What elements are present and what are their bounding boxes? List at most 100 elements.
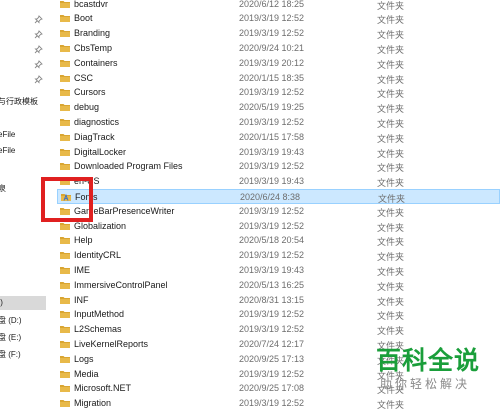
pin-icon[interactable] xyxy=(34,30,43,39)
navigation-pane: 与行政模板 eFile eFile 泉:) 盘 (D:) 盘 (E:) 盘 (F:) xyxy=(0,0,46,408)
folder-icon xyxy=(60,118,70,126)
file-date-modified: 2019/3/19 12:52 xyxy=(239,309,305,320)
file-name: LiveKernelReports xyxy=(74,338,149,349)
file-row[interactable]: Cursors 2019/3/19 12:52 文件夹 xyxy=(57,85,500,100)
file-name: Help xyxy=(74,235,93,246)
file-name: Branding xyxy=(74,28,111,39)
file-date-modified: 2019/3/19 12:52 xyxy=(239,28,305,39)
pin-icon[interactable] xyxy=(34,45,43,54)
nav-item[interactable]: eFile xyxy=(0,144,46,158)
file-name: DigitalLocker xyxy=(74,146,127,157)
pin-icon[interactable] xyxy=(34,15,43,24)
nav-item[interactable]: 盘 (F:) xyxy=(0,348,46,362)
watermark: 百科全说 助你轻松解决 xyxy=(376,346,500,408)
nav-item[interactable]: 与行政模板 xyxy=(0,95,46,109)
nav-item[interactable] xyxy=(0,73,46,87)
annotation-highlight-box xyxy=(41,177,93,222)
file-row[interactable]: DigitalLocker 2019/3/19 19:43 文件夹 xyxy=(57,145,500,160)
file-row[interactable]: Boot 2019/3/19 12:52 文件夹 xyxy=(57,11,500,26)
file-date-modified: 2020/1/15 17:58 xyxy=(239,131,305,142)
folder-icon xyxy=(60,148,70,156)
file-type: 文件夹 xyxy=(377,311,405,322)
file-row[interactable]: GameBarPresenceWriter 2019/3/19 12:52 文件夹 xyxy=(57,204,500,219)
folder-icon xyxy=(60,281,70,289)
pin-icon[interactable] xyxy=(34,75,43,84)
file-row[interactable]: IME 2019/3/19 19:43 文件夹 xyxy=(57,263,500,278)
nav-item[interactable]: 盘 (E:) xyxy=(0,331,46,345)
file-date-modified: 2019/3/19 12:52 xyxy=(239,205,305,216)
file-name: L2Schemas xyxy=(74,324,122,335)
nav-item-label: eFile xyxy=(0,146,16,155)
file-row[interactable]: InputMethod 2019/3/19 12:52 文件夹 xyxy=(57,307,500,322)
folder-icon xyxy=(60,74,70,82)
file-row[interactable]: INF 2020/8/31 13:15 文件夹 xyxy=(57,293,500,308)
folder-icon xyxy=(60,266,70,274)
watermark-tagline: 助你轻松解决 xyxy=(380,377,471,391)
folder-icon xyxy=(60,133,70,141)
file-row[interactable]: en-US 2019/3/19 19:43 文件夹 xyxy=(57,174,500,189)
file-name: CSC xyxy=(74,72,94,83)
file-row[interactable]: CSC 2020/1/15 18:35 文件夹 xyxy=(57,71,500,86)
file-type: 文件夹 xyxy=(377,266,405,277)
file-type: 文件夹 xyxy=(377,74,405,85)
file-date-modified: 2019/3/19 12:52 xyxy=(239,398,305,409)
file-date-modified: 2019/3/19 12:52 xyxy=(239,324,305,335)
file-row[interactable]: diagnostics 2019/3/19 12:52 文件夹 xyxy=(57,115,500,130)
file-row[interactable]: Containers 2019/3/19 20:12 文件夹 xyxy=(57,56,500,71)
file-row[interactable]: Fonts 2020/6/24 8:38 文件夹 xyxy=(57,188,500,204)
file-name: debug xyxy=(74,102,100,113)
folder-icon xyxy=(60,355,70,363)
file-type: 文件夹 xyxy=(377,237,405,248)
file-date-modified: 2020/6/24 8:38 xyxy=(240,191,301,202)
nav-item[interactable]: 盘 (D:) xyxy=(0,314,46,328)
nav-item[interactable]: eFile xyxy=(0,128,46,142)
file-row[interactable]: DiagTrack 2020/1/15 17:58 文件夹 xyxy=(57,130,500,145)
file-date-modified: 2020/1/15 18:35 xyxy=(239,72,305,83)
file-name: DiagTrack xyxy=(74,131,115,142)
file-date-modified: 2019/3/19 12:52 xyxy=(239,220,305,231)
file-type: 文件夹 xyxy=(377,178,405,189)
file-row[interactable]: ImmersiveControlPanel 2020/5/13 16:25 文件夹 xyxy=(57,278,500,293)
file-date-modified: 2020/9/24 10:21 xyxy=(239,42,305,53)
nav-item-label: eFile xyxy=(0,130,16,139)
file-date-modified: 2019/3/19 19:43 xyxy=(239,264,305,275)
file-name: Media xyxy=(74,368,99,379)
file-name: Containers xyxy=(74,57,118,68)
nav-item[interactable] xyxy=(0,43,46,57)
file-row[interactable]: Globalization 2019/3/19 12:52 文件夹 xyxy=(57,219,500,234)
file-date-modified: 2019/3/19 12:52 xyxy=(239,116,305,127)
pin-icon[interactable] xyxy=(34,60,43,69)
file-type: 文件夹 xyxy=(377,148,405,159)
file-type: 文件夹 xyxy=(377,0,405,11)
file-row[interactable]: L2Schemas 2019/3/19 12:52 文件夹 xyxy=(57,322,500,337)
file-name: Cursors xyxy=(74,87,106,98)
file-name: IdentityCRL xyxy=(74,250,122,261)
nav-item-label: 盘 (E:) xyxy=(0,333,22,342)
file-row[interactable]: Help 2020/5/18 20:54 文件夹 xyxy=(57,233,500,248)
folder-icon xyxy=(60,0,70,8)
nav-item[interactable] xyxy=(0,28,46,42)
file-name: Microsoft.NET xyxy=(74,383,132,394)
file-row[interactable]: Branding 2019/3/19 12:52 文件夹 xyxy=(57,26,500,41)
file-type: 文件夹 xyxy=(377,281,405,292)
file-name: InputMethod xyxy=(74,309,125,320)
file-row[interactable]: debug 2020/5/19 19:25 文件夹 xyxy=(57,100,500,115)
nav-item[interactable] xyxy=(0,13,46,27)
file-date-modified: 2020/9/25 17:08 xyxy=(239,383,305,394)
file-type: 文件夹 xyxy=(377,89,405,100)
folder-icon xyxy=(60,59,70,67)
file-row[interactable]: CbsTemp 2020/9/24 10:21 文件夹 xyxy=(57,41,500,56)
folder-icon xyxy=(60,103,70,112)
file-row[interactable]: IdentityCRL 2019/3/19 12:52 文件夹 xyxy=(57,248,500,263)
file-row[interactable]: bcastdvr 2020/6/12 18:25 文件夹 xyxy=(57,0,500,11)
file-row[interactable]: Downloaded Program Files 2019/3/19 12:52 文… xyxy=(57,159,500,174)
file-type: 文件夹 xyxy=(377,59,405,70)
file-date-modified: 2019/3/19 12:52 xyxy=(239,368,305,379)
nav-item[interactable]: :) xyxy=(0,296,46,310)
file-date-modified: 2019/3/19 12:52 xyxy=(239,161,305,172)
nav-item-label: 与行政模板 xyxy=(0,97,38,106)
file-name: CbsTemp xyxy=(74,42,113,53)
nav-item[interactable]: 泉 xyxy=(0,182,46,196)
nav-item[interactable] xyxy=(0,58,46,72)
folder-icon xyxy=(60,340,70,348)
